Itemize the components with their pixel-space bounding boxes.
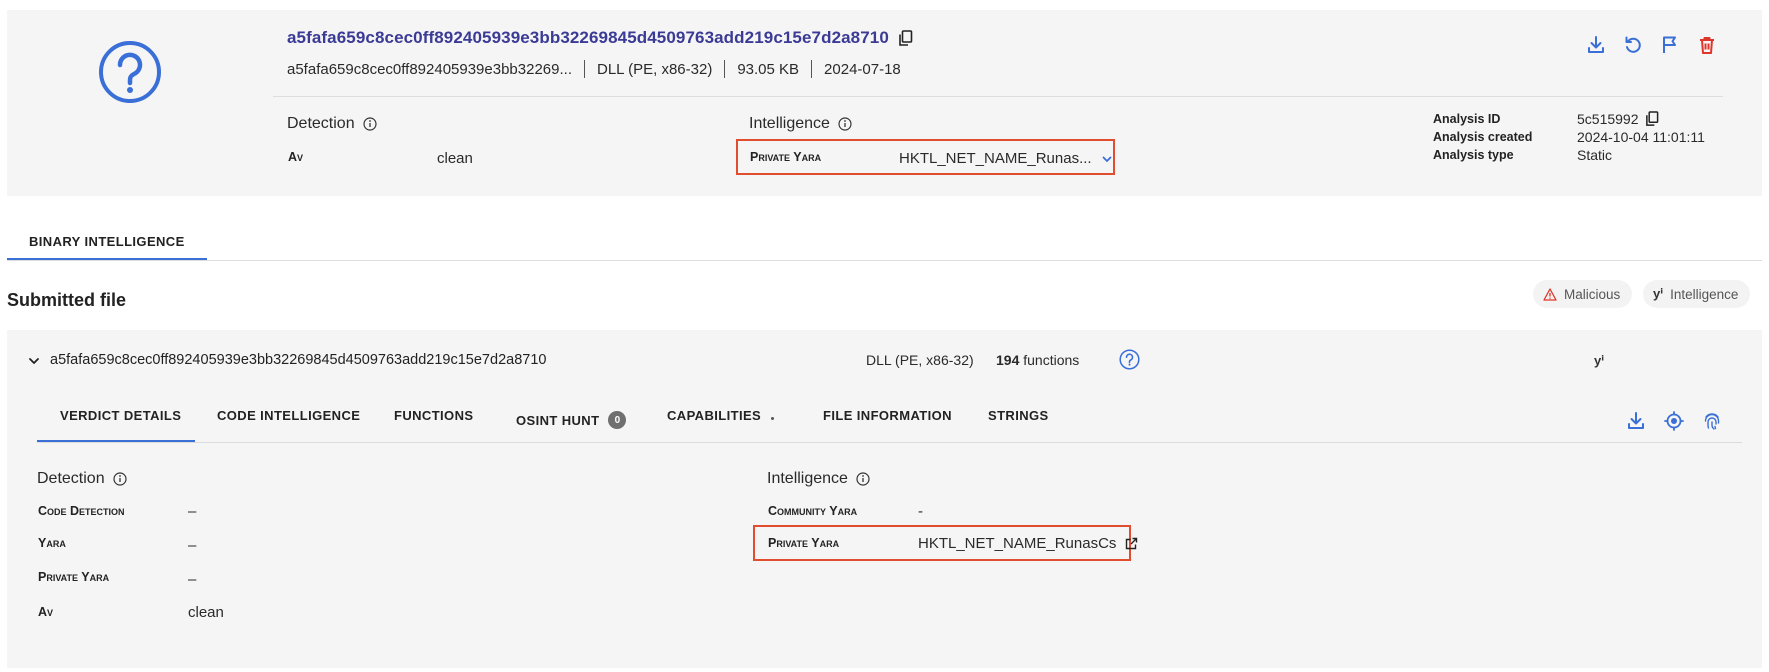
divider xyxy=(811,60,813,78)
tab-verdict-details[interactable]: VERDICT DETAILS xyxy=(60,408,181,423)
tabs-divider xyxy=(7,260,1762,261)
flag-icon[interactable] xyxy=(1659,34,1681,56)
analysis-created-value: 2024-10-04 11:01:11 xyxy=(1577,129,1705,145)
code-detection-value: – xyxy=(188,503,197,520)
submitted-file-panel xyxy=(7,330,1762,668)
private-yara-label: Private Yara xyxy=(750,150,822,164)
tab-osint-hunt-label: OSINT HUNT xyxy=(516,412,600,428)
private-yara-rule-link[interactable]: HKTL_NET_NAME_RunasCs xyxy=(918,535,1138,552)
file-actions xyxy=(1625,410,1723,432)
tab-binary-intelligence[interactable]: BINARY INTELLIGENCE xyxy=(7,222,207,261)
loading-dot-icon xyxy=(771,417,775,420)
submitted-file-hash[interactable]: a5fafa659c8cec0ff892405939e3bb32269845d4… xyxy=(50,352,546,368)
unknown-verdict-icon xyxy=(98,40,162,104)
detection-heading-text: Detection xyxy=(287,115,355,132)
submitted-file-heading: Submitted file xyxy=(7,290,127,310)
refresh-icon[interactable] xyxy=(1622,34,1644,56)
intelligence-heading-text: Intelligence xyxy=(749,115,830,132)
tab-strings[interactable]: STRINGS xyxy=(988,408,1049,423)
av-value: clean xyxy=(437,150,473,167)
analysis-id-label: Analysis ID xyxy=(1433,112,1501,126)
malicious-chip-label: Malicious xyxy=(1564,286,1621,302)
file-meta-row: a5fafa659c8cec0ff892405939e3bb32269... D… xyxy=(287,60,901,78)
osint-count-badge: 0 xyxy=(608,411,627,429)
analysis-type-label: Analysis type xyxy=(1433,148,1514,162)
info-icon[interactable] xyxy=(838,117,852,131)
analysis-id: 5c515992 xyxy=(1577,111,1659,127)
analysis-id-value: 5c515992 xyxy=(1577,111,1639,127)
help-icon[interactable] xyxy=(1119,349,1140,370)
tab-code-intelligence[interactable]: CODE INTELLIGENCE xyxy=(217,408,360,423)
private-yara-rule-value: HKTL_NET_NAME_RunasCs xyxy=(918,535,1117,552)
tab-file-information[interactable]: FILE INFORMATION xyxy=(823,408,952,423)
verdict-detection-heading: Detection xyxy=(37,470,127,488)
intelligence-filter-chip[interactable]: yⁱ Intelligence xyxy=(1643,280,1751,308)
av-label: Av xyxy=(38,605,54,619)
locate-icon[interactable] xyxy=(1663,410,1685,432)
malicious-filter-chip[interactable]: Malicious xyxy=(1533,280,1633,308)
divider xyxy=(724,60,726,78)
analysis-created-label: Analysis created xyxy=(1433,130,1533,144)
function-count: 194 functions xyxy=(996,352,1079,368)
submitted-file-type: DLL (PE, x86-32) xyxy=(866,352,974,368)
function-count-value: 194 xyxy=(996,352,1020,368)
chevron-down-icon[interactable] xyxy=(28,355,40,367)
yara-value: – xyxy=(188,537,197,554)
private-yara-label: Private Yara xyxy=(768,536,840,550)
chevron-down-icon xyxy=(1102,156,1111,162)
intelligence-icon: yⁱ xyxy=(1653,286,1664,301)
community-yara-label: Community Yara xyxy=(768,504,858,518)
copy-icon[interactable] xyxy=(1645,111,1659,127)
verdict-intelligence-heading-text: Intelligence xyxy=(767,470,848,487)
av-value: clean xyxy=(188,604,224,621)
community-yara-value: - xyxy=(918,503,923,520)
private-yara-value: HKTL_NET_NAME_Runas... xyxy=(899,150,1092,167)
private-yara-value: – xyxy=(188,571,197,588)
download-icon[interactable] xyxy=(1625,410,1647,432)
private-yara-dropdown[interactable]: HKTL_NET_NAME_Runas... xyxy=(899,150,1113,167)
verdict-detection-heading-text: Detection xyxy=(37,470,105,487)
copy-hash-icon[interactable] xyxy=(898,29,913,47)
tab-capabilities-label: CAPABILITIES xyxy=(667,408,762,423)
detection-heading: Detection xyxy=(287,115,377,133)
info-icon[interactable] xyxy=(856,472,870,486)
tab-osint-hunt[interactable]: OSINT HUNT 0 xyxy=(516,411,627,429)
file-size: 93.05 KB xyxy=(737,60,800,78)
intelligence-chip-label: Intelligence xyxy=(1670,286,1739,302)
code-detection-label: Code Detection xyxy=(38,504,125,518)
file-type: DLL (PE, x86-32) xyxy=(597,60,713,78)
av-label: Av xyxy=(288,150,304,164)
external-link-icon xyxy=(1126,537,1138,550)
private-yara-label: Private Yara xyxy=(38,570,110,584)
intelligence-icon: yⁱ xyxy=(1594,353,1605,368)
info-icon[interactable] xyxy=(112,472,127,486)
analysis-type-value: Static xyxy=(1577,147,1613,163)
yara-label: Yara xyxy=(38,536,66,550)
header-divider xyxy=(273,96,1723,97)
fingerprint-icon[interactable] xyxy=(1701,410,1723,432)
tab-functions[interactable]: FUNCTIONS xyxy=(394,408,473,423)
header-actions xyxy=(1585,34,1718,56)
file-hash-text: a5fafa659c8cec0ff892405939e3bb32269845d4… xyxy=(287,28,889,47)
function-count-word: functions xyxy=(1023,352,1080,368)
file-date: 2024-07-18 xyxy=(824,60,901,78)
download-icon[interactable] xyxy=(1585,34,1607,56)
info-icon[interactable] xyxy=(362,117,377,131)
file-hash-title: a5fafa659c8cec0ff892405939e3bb32269845d4… xyxy=(287,28,913,48)
divider xyxy=(584,60,585,78)
intelligence-heading: Intelligence xyxy=(749,115,852,133)
warning-icon xyxy=(1543,287,1557,301)
trash-icon[interactable] xyxy=(1696,34,1718,56)
file-hash-short: a5fafa659c8cec0ff892405939e3bb32269... xyxy=(287,60,572,78)
subtabs-divider xyxy=(37,442,1742,443)
tab-capabilities[interactable]: CAPABILITIES xyxy=(667,408,775,423)
verdict-intelligence-heading: Intelligence xyxy=(767,470,870,488)
